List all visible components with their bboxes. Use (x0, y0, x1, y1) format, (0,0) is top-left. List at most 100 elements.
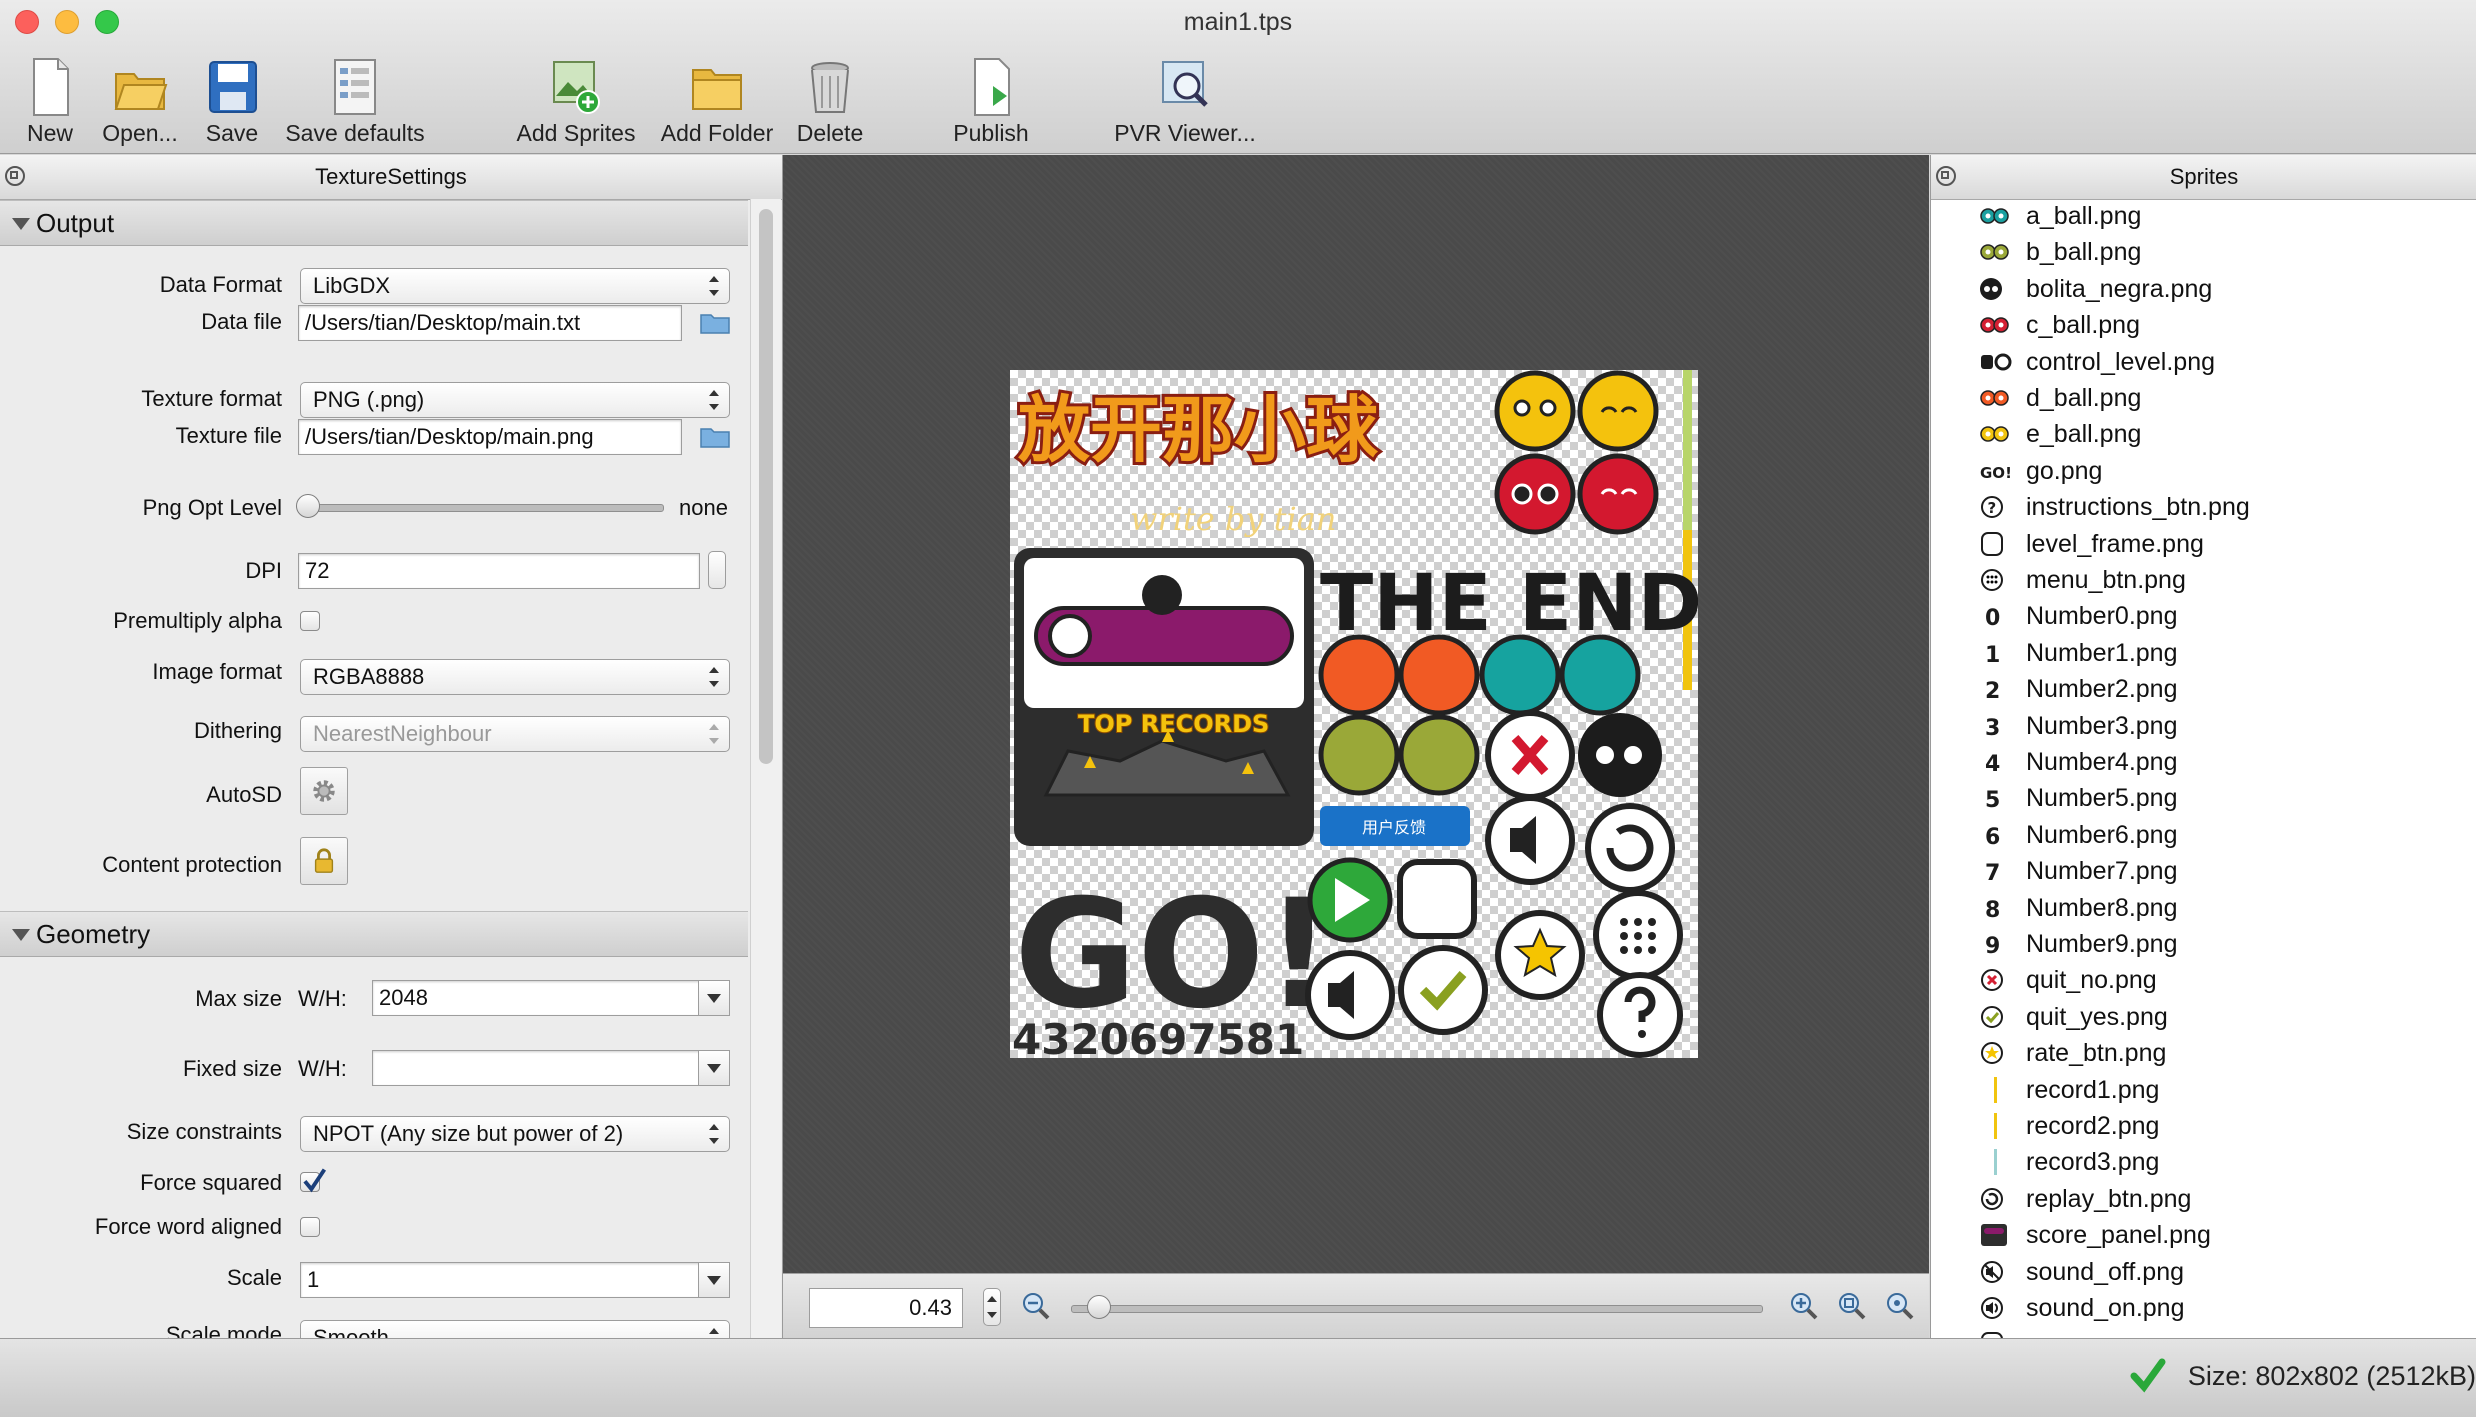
dpi-field[interactable]: 72 (298, 553, 700, 589)
sprite-item[interactable]: record2.png (1931, 1109, 2476, 1145)
sprite-item[interactable]: e_ball.png (1931, 417, 2476, 453)
sprite-item[interactable]: quit_no.png (1931, 963, 2476, 999)
sprite-name: Number0.png (2026, 602, 2178, 631)
zoom-out-icon[interactable] (1021, 1291, 1051, 1321)
svg-text:0: 0 (1985, 606, 2000, 629)
sprite-name: score_panel.png (2026, 1221, 2211, 1250)
chevron-down-icon[interactable] (698, 1051, 729, 1085)
fixed-size-combo[interactable] (372, 1050, 730, 1086)
sprite-item[interactable]: 0 Number0.png (1931, 599, 2476, 635)
output-section-header[interactable]: Output (0, 200, 748, 246)
save-defaults-button[interactable]: Save defaults (280, 56, 430, 148)
force-word-aligned-checkbox[interactable] (300, 1217, 320, 1237)
zoom-slider[interactable] (1071, 1305, 1763, 1313)
yellow-ball-icon (1980, 426, 2009, 443)
sprite-item[interactable]: 1 Number1.png (1931, 636, 2476, 672)
sprite-item[interactable]: replay_btn.png (1931, 1182, 2476, 1218)
data-format-select[interactable]: LibGDX (300, 268, 730, 304)
sprite-item[interactable]: d_ball.png (1931, 381, 2476, 417)
sound-off-sprite (1485, 795, 1575, 885)
sprite-item[interactable]: c_ball.png (1931, 308, 2476, 344)
premultiply-alpha-checkbox[interactable] (300, 611, 320, 631)
max-size-label: Max size (195, 986, 282, 1011)
sprite-name: Number9.png (2026, 930, 2178, 958)
zoom-actual-icon[interactable] (1885, 1291, 1915, 1321)
zoom-fit-icon[interactable] (1837, 1291, 1867, 1321)
sprite-item[interactable]: level_frame.png (1931, 527, 2476, 563)
sprite-item[interactable]: menu_btn.png (1931, 563, 2476, 599)
texture-format-label: Texture format (141, 386, 282, 411)
sprite-item[interactable]: 5 Number5.png (1931, 781, 2476, 817)
chevron-down-icon[interactable] (698, 981, 729, 1015)
new-document-icon (33, 58, 69, 116)
folder-icon[interactable] (700, 312, 730, 334)
detach-panel-icon[interactable] (5, 166, 25, 186)
texture-file-field[interactable]: /Users/tian/Desktop/main.png (298, 419, 682, 455)
scale-combo[interactable]: 1 (300, 1262, 730, 1298)
sprite-item[interactable]: 7 Number7.png (1931, 854, 2476, 890)
sprite-item[interactable]: bolita_negra.png (1931, 272, 2476, 308)
autosd-button[interactable] (300, 767, 348, 815)
scale-mode-select[interactable]: Smooth (300, 1320, 730, 1338)
sprite-item[interactable]: a_ball.png (1931, 199, 2476, 235)
sprite-item[interactable]: 6 Number6.png (1931, 818, 2476, 854)
sprite-item[interactable]: 3 Number3.png (1931, 709, 2476, 745)
control-level-icon (1981, 353, 2012, 371)
geometry-section-header[interactable]: Geometry (0, 911, 748, 957)
content-protection-button[interactable] (300, 837, 348, 885)
add-sprites-button[interactable]: Add Sprites (512, 56, 640, 148)
png-opt-level-knob[interactable] (296, 494, 320, 518)
add-folder-button[interactable]: Add Folder (655, 56, 779, 148)
dpi-stepper[interactable] (708, 551, 726, 589)
sprite-item[interactable]: sound_on.png (1931, 1291, 2476, 1327)
settings-scrollbar[interactable] (750, 199, 781, 1338)
publish-button[interactable]: Publish (944, 56, 1038, 148)
size-constraints-select[interactable]: NPOT (Any size but power of 2) (300, 1116, 730, 1152)
delete-button[interactable]: Delete (790, 56, 870, 148)
star-button-icon (1981, 1042, 2003, 1065)
zoom-field[interactable]: 0.43 (809, 1288, 963, 1328)
open-button[interactable]: Open... (95, 56, 185, 148)
sprite-item[interactable]: quit_yes.png (1931, 1000, 2476, 1036)
sprite-item[interactable]: GO! go.png (1931, 454, 2476, 490)
question-button-icon: ? (1981, 496, 2003, 519)
publish-document-icon (974, 58, 1010, 116)
png-opt-level-slider[interactable] (302, 504, 664, 512)
sprite-name: Number3.png (2026, 711, 2178, 740)
image-format-select[interactable]: RGBA8888 (300, 659, 730, 695)
sprite-item[interactable]: rate_btn.png (1931, 1036, 2476, 1072)
sprite-item[interactable]: 2 Number2.png (1931, 672, 2476, 708)
canvas-panel: 放开那小球 write by tian TOP RECORDS THE END … (783, 155, 1929, 1339)
detach-panel-icon[interactable] (1936, 166, 1956, 186)
disclosure-triangle-icon (12, 218, 30, 230)
save-button[interactable]: Save (190, 56, 274, 148)
sprite-item[interactable]: b_ball.png (1931, 235, 2476, 271)
sprite-item[interactable]: 4 Number4.png (1931, 745, 2476, 781)
new-button[interactable]: New (10, 56, 90, 148)
sprite-item[interactable]: score_panel.png (1931, 1218, 2476, 1254)
sprite-item[interactable]: 9 Number9.png (1931, 927, 2476, 963)
chevron-down-icon[interactable] (698, 1263, 729, 1297)
svg-text:?: ? (1988, 499, 1997, 517)
sprite-item[interactable]: control_level.png (1931, 345, 2476, 381)
max-size-combo[interactable]: 2048 (372, 980, 730, 1016)
zoom-in-icon[interactable] (1789, 1291, 1819, 1321)
pvr-viewer-button[interactable]: PVR Viewer... (1110, 56, 1260, 148)
sprite-item[interactable]: record3.png (1931, 1145, 2476, 1181)
texture-format-select[interactable]: PNG (.png) (300, 382, 730, 418)
data-file-field[interactable]: /Users/tian/Desktop/main.txt (298, 305, 682, 341)
settings-scrollbar-thumb[interactable] (759, 209, 773, 764)
sprite-item[interactable]: record1.png (1931, 1073, 2476, 1109)
sprite-item[interactable]: square.png (1931, 1327, 2476, 1338)
zoom-slider-knob[interactable] (1086, 1295, 1111, 1319)
sprite-item[interactable]: sound_off.png (1931, 1255, 2476, 1291)
dithering-select[interactable]: NearestNeighbour (300, 716, 730, 752)
sprite-name: instructions_btn.png (2026, 493, 2250, 522)
sprite-item[interactable]: 8 Number8.png (1931, 891, 2476, 927)
sprite-item[interactable]: ? instructions_btn.png (1931, 490, 2476, 526)
force-squared-checkbox[interactable] (300, 1168, 327, 1193)
sprite-sheet-preview[interactable]: 放开那小球 write by tian TOP RECORDS THE END … (1010, 370, 1698, 1058)
sprite-name: e_ball.png (2026, 420, 2142, 449)
zoom-stepper[interactable] (983, 1288, 1001, 1326)
folder-icon[interactable] (700, 426, 730, 448)
